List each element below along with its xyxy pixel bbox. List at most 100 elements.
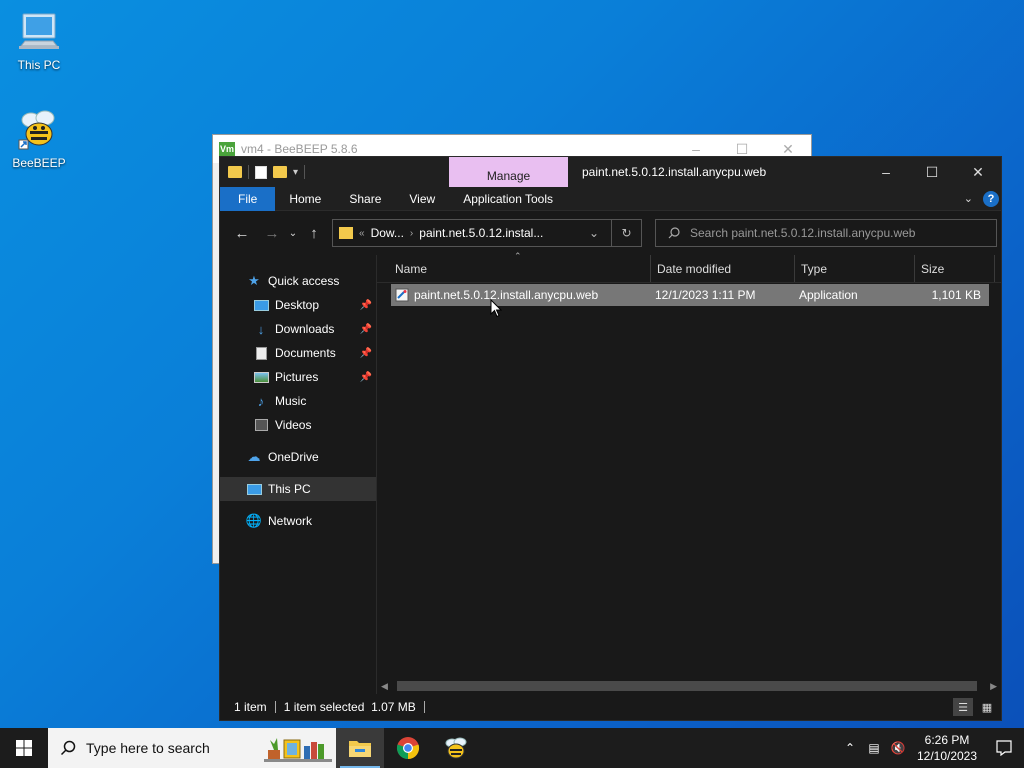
expand-ribbon-chevron-icon[interactable]: ⌄	[964, 192, 973, 205]
desktop-icon-beebeep[interactable]: BeeBEEP	[7, 108, 71, 170]
file-explorer-window[interactable]: ▾ Manage paint.net.5.0.12.install.anycpu…	[219, 156, 1002, 721]
folder-icon	[228, 166, 242, 178]
divider	[423, 701, 425, 713]
notification-center-button[interactable]	[984, 740, 1024, 756]
sidebar-item-videos[interactable]: Videos	[220, 413, 376, 437]
computer-icon	[19, 13, 59, 49]
notification-icon	[996, 740, 1012, 756]
tab-manage[interactable]: Manage	[449, 157, 568, 187]
sidebar-item-label: Videos	[275, 418, 312, 432]
forward-arrow-icon[interactable]: →	[260, 225, 284, 242]
picture-icon	[253, 370, 269, 384]
tab-file[interactable]: File	[220, 186, 276, 211]
column-header-size[interactable]: Size	[915, 255, 995, 282]
column-header-date-modified[interactable]: Date modified	[651, 255, 795, 282]
beebeep-title: vm4 - BeeBEEP 5.8.6	[241, 142, 358, 156]
desktop-icon-this-pc[interactable]: This PC	[7, 10, 71, 72]
back-arrow-icon[interactable]: ←	[230, 225, 254, 242]
status-bar: 1 item 1 item selected 1.07 MB ☰ ▦	[220, 694, 1001, 720]
maximize-button[interactable]: ☐	[909, 157, 955, 187]
clock-time: 6:26 PM	[924, 733, 970, 747]
sidebar-item-label: Quick access	[268, 274, 340, 288]
tab-home[interactable]: Home	[275, 187, 335, 211]
clock[interactable]: 6:26 PM 12/10/2023	[910, 732, 984, 764]
scroll-right-arrow-icon[interactable]: ▶	[990, 681, 997, 692]
file-name: paint.net.5.0.12.install.anycpu.web	[414, 288, 599, 302]
address-dropdown-chevron-icon[interactable]: ⌄	[583, 226, 605, 240]
search-highlight-illustration-icon[interactable]	[264, 734, 332, 762]
new-folder-icon[interactable]	[273, 166, 287, 178]
desktop-icon	[253, 298, 269, 312]
taskbar-chrome[interactable]	[384, 728, 432, 768]
minimize-button[interactable]: –	[673, 141, 719, 158]
sidebar-item-pictures[interactable]: Pictures 📌	[220, 365, 376, 389]
taskbar-beebeep[interactable]	[432, 728, 480, 768]
pin-icon[interactable]: 📌	[360, 324, 372, 335]
taskbar-file-explorer[interactable]	[336, 728, 384, 768]
large-icons-view-icon[interactable]: ▦	[977, 698, 997, 716]
computer-icon	[246, 482, 262, 496]
column-header-type[interactable]: Type	[795, 255, 915, 282]
cloud-icon: ☁	[247, 449, 261, 464]
network-icon[interactable]: ▤	[862, 741, 886, 755]
sort-ascending-icon: ⌃	[514, 251, 522, 261]
volume-muted-icon[interactable]: 🔇	[886, 741, 910, 755]
scroll-left-arrow-icon[interactable]: ◀	[381, 681, 388, 692]
taskbar-search-box[interactable]: Type here to search	[48, 728, 336, 768]
folder-icon	[339, 227, 353, 239]
help-icon[interactable]: ?	[983, 190, 999, 207]
file-list-pane[interactable]: ⌃ Name Date modified Type Size paint.net…	[377, 251, 1001, 694]
breadcrumb-current-folder[interactable]: paint.net.5.0.12.instal...	[419, 226, 543, 240]
tab-application-tools[interactable]: Application Tools	[449, 187, 567, 211]
breadcrumb-separator-icon[interactable]: ›	[410, 228, 413, 239]
start-button[interactable]	[0, 728, 48, 768]
tab-view[interactable]: View	[395, 187, 449, 211]
sidebar-item-onedrive[interactable]: ☁ OneDrive	[220, 445, 376, 469]
navigation-pane: ★ Quick access Desktop 📌 ↓ Downloads 📌 D…	[220, 255, 377, 694]
scrollbar-thumb[interactable]	[397, 681, 977, 691]
sidebar-item-downloads[interactable]: ↓ Downloads 📌	[220, 317, 376, 341]
horizontal-scrollbar[interactable]: ◀ ▶	[377, 678, 1001, 694]
address-bar[interactable]: « Dow... › paint.net.5.0.12.instal... ⌄ …	[332, 219, 642, 247]
file-row[interactable]: paint.net.5.0.12.install.anycpu.web 12/1…	[391, 284, 989, 306]
show-hidden-icons-chevron-icon[interactable]: ⌃	[838, 741, 862, 755]
sidebar-item-label: Downloads	[275, 322, 335, 336]
tab-share[interactable]: Share	[335, 187, 395, 211]
close-button[interactable]: ✕	[765, 141, 811, 158]
sidebar-item-music[interactable]: ♪ Music	[220, 389, 376, 413]
close-button[interactable]: ✕	[955, 157, 1001, 187]
network-icon: 🌐	[245, 513, 263, 528]
column-headers: ⌃ Name Date modified Type Size	[377, 251, 1001, 283]
details-view-icon[interactable]: ☰	[953, 698, 973, 716]
divider	[274, 701, 276, 713]
search-icon	[668, 227, 680, 239]
sidebar-item-label: Desktop	[275, 298, 320, 312]
sidebar-item-desktop[interactable]: Desktop 📌	[220, 293, 376, 317]
sidebar-item-quick-access[interactable]: ★ Quick access	[220, 269, 376, 293]
minimize-button[interactable]: –	[863, 157, 909, 187]
windows-logo-icon	[16, 740, 32, 756]
search-box[interactable]: Search paint.net.5.0.12.install.anycpu.w…	[655, 219, 997, 247]
properties-icon[interactable]	[255, 165, 267, 179]
breadcrumb-overflow[interactable]: «	[359, 228, 365, 239]
up-arrow-icon[interactable]: ↑	[302, 225, 326, 242]
pin-icon[interactable]: 📌	[360, 372, 372, 383]
customize-toolbar-chevron-icon[interactable]: ▾	[293, 167, 298, 178]
system-tray: ⌃ ▤ 🔇 6:26 PM 12/10/2023	[838, 728, 1024, 768]
explorer-titlebar[interactable]: ▾ Manage paint.net.5.0.12.install.anycpu…	[220, 157, 1001, 187]
maximize-button[interactable]: ☐	[719, 141, 765, 158]
sidebar-item-documents[interactable]: Documents 📌	[220, 341, 376, 365]
pin-icon[interactable]: 📌	[360, 300, 372, 311]
sidebar-item-network[interactable]: 🌐 Network	[220, 509, 376, 533]
sidebar-item-label: Pictures	[275, 370, 319, 384]
navigation-bar: ← → ⌄ ↑ « Dow... › paint.net.5.0.12.inst…	[220, 211, 1001, 255]
search-placeholder: Search paint.net.5.0.12.install.anycpu.w…	[690, 226, 916, 240]
recent-locations-chevron-icon[interactable]: ⌄	[284, 228, 302, 239]
sidebar-item-this-pc[interactable]: This PC	[220, 477, 376, 501]
search-icon	[60, 740, 76, 756]
breadcrumb-downloads[interactable]: Dow...	[371, 226, 404, 240]
pin-icon[interactable]: 📌	[360, 348, 372, 359]
refresh-icon[interactable]: ↻	[611, 220, 641, 246]
taskbar: Type here to search ⌃ ▤ 🔇 6:26 PM 12/10/…	[0, 728, 1024, 768]
file-date: 12/1/2023 1:11 PM	[655, 288, 756, 302]
